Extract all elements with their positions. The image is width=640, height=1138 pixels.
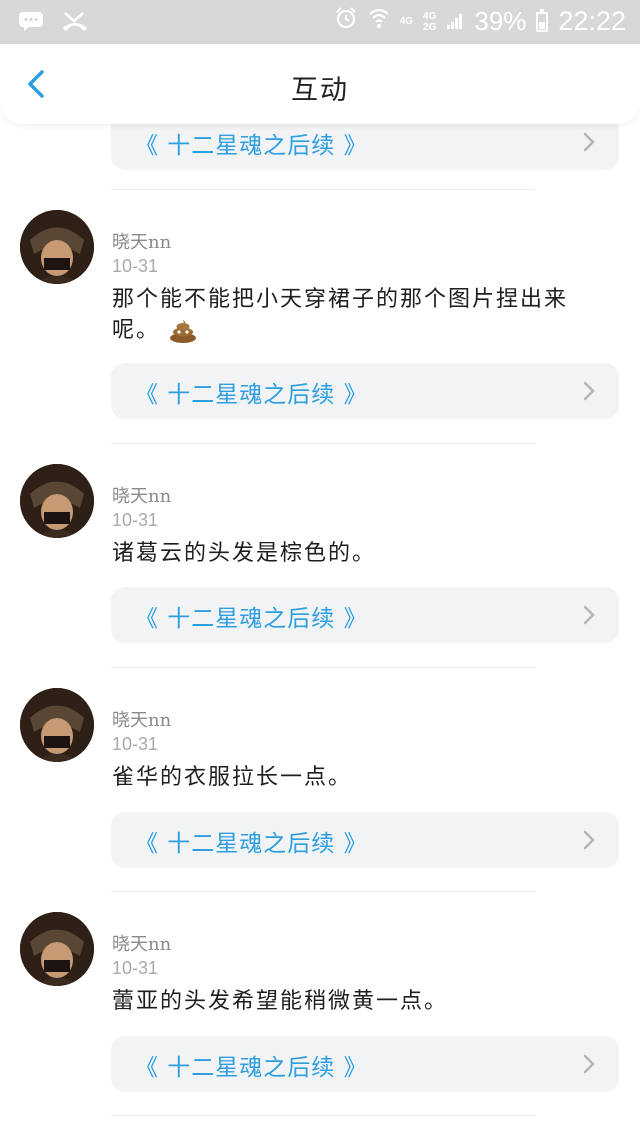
- avatar[interactable]: [20, 210, 94, 284]
- author-name[interactable]: 晓天nn: [112, 228, 171, 254]
- wifi-icon: [368, 6, 390, 37]
- author-name[interactable]: 晓天nn: [112, 930, 171, 956]
- battery-icon: [536, 8, 549, 32]
- post-date: 10-31: [112, 734, 159, 754]
- comment-text: 雀华的衣服拉长一点。: [112, 765, 353, 790]
- avatar-image-icon: [20, 464, 94, 538]
- comment-text: 那个能不能把小天穿裙子的那个图片捏出来呢。: [112, 284, 602, 346]
- avatar-image-icon: [20, 210, 94, 284]
- avatar[interactable]: [20, 912, 94, 986]
- network-4g-label: 4G: [423, 10, 437, 22]
- avatar-image-icon: [20, 688, 94, 762]
- story-title: 《 十二星魂之后续 》: [135, 831, 368, 857]
- comment-text: 蕾亚的头发希望能稍微黄一点。: [112, 989, 449, 1014]
- alarm-icon: [334, 6, 358, 37]
- comment-item: 晓天nn 10-31 诸葛云的头发是棕色的。 《 十二星魂之后续 》: [0, 464, 640, 664]
- post-date: 10-31: [112, 510, 159, 530]
- comment-item: 晓天nn 10-31 雀华的衣服拉长一点。 《 十二星魂之后续 》: [0, 688, 640, 888]
- story-title: 《 十二星魂之后续 》: [135, 1055, 368, 1081]
- network-2g-label: 2G: [423, 21, 437, 33]
- story-title: 《 十二星魂之后续 》: [135, 382, 368, 408]
- chevron-right-icon: [583, 1054, 595, 1074]
- divider: [111, 443, 535, 444]
- network-indicator-1: 4G: [399, 16, 414, 27]
- status-bar: 4G 4G 2G 39% 22:22: [0, 0, 640, 44]
- chevron-right-icon: [583, 381, 595, 401]
- post-date: 10-31: [112, 256, 159, 276]
- signal-icon: [446, 6, 464, 37]
- page-title: 互动: [291, 75, 349, 106]
- avatar[interactable]: [20, 464, 94, 538]
- story-link-card[interactable]: 《 十二星魂之后续 》: [111, 124, 619, 170]
- story-title: 《 十二星魂之后续 》: [135, 133, 368, 159]
- author-name[interactable]: 晓天nn: [112, 482, 171, 508]
- message-icon: [18, 11, 44, 36]
- post-date: 10-31: [112, 958, 159, 978]
- divider: [111, 891, 535, 892]
- avatar-image-icon: [20, 912, 94, 986]
- divider: [111, 189, 535, 190]
- comment-text: 诸葛云的头发是棕色的。: [112, 541, 377, 566]
- story-link-card[interactable]: 《 十二星魂之后续 》: [111, 812, 619, 868]
- author-name[interactable]: 晓天nn: [112, 706, 171, 732]
- poop-emoji-icon: [168, 319, 198, 343]
- story-link-card[interactable]: 《 十二星魂之后续 》: [111, 363, 619, 419]
- clock: 22:22: [558, 6, 626, 36]
- interaction-feed[interactable]: 《 十二星魂之后续 》 晓天nn 10-31 那个能不能把小天穿裙子的那个图片捏…: [0, 124, 640, 1138]
- divider: [111, 667, 535, 668]
- story-title: 《 十二星魂之后续 》: [135, 606, 368, 632]
- missed-call-icon: [62, 10, 88, 37]
- chevron-right-icon: [583, 830, 595, 850]
- divider: [111, 1115, 535, 1116]
- battery-percent: 39%: [474, 6, 527, 36]
- comment-item: 晓天nn 10-31 那个能不能把小天穿裙子的那个图片捏出来呢。 《 十二星魂之…: [0, 210, 640, 435]
- network-indicator-2: 4G 2G: [423, 11, 436, 33]
- chevron-right-icon: [583, 132, 595, 152]
- story-link-card[interactable]: 《 十二星魂之后续 》: [111, 1036, 619, 1092]
- comment-item: 晓天nn 10-31 蕾亚的头发希望能稍微黄一点。 《 十二星魂之后续 》: [0, 912, 640, 1112]
- avatar[interactable]: [20, 688, 94, 762]
- nav-header: 互动: [0, 44, 640, 124]
- chevron-right-icon: [583, 605, 595, 625]
- story-link-card[interactable]: 《 十二星魂之后续 》: [111, 587, 619, 643]
